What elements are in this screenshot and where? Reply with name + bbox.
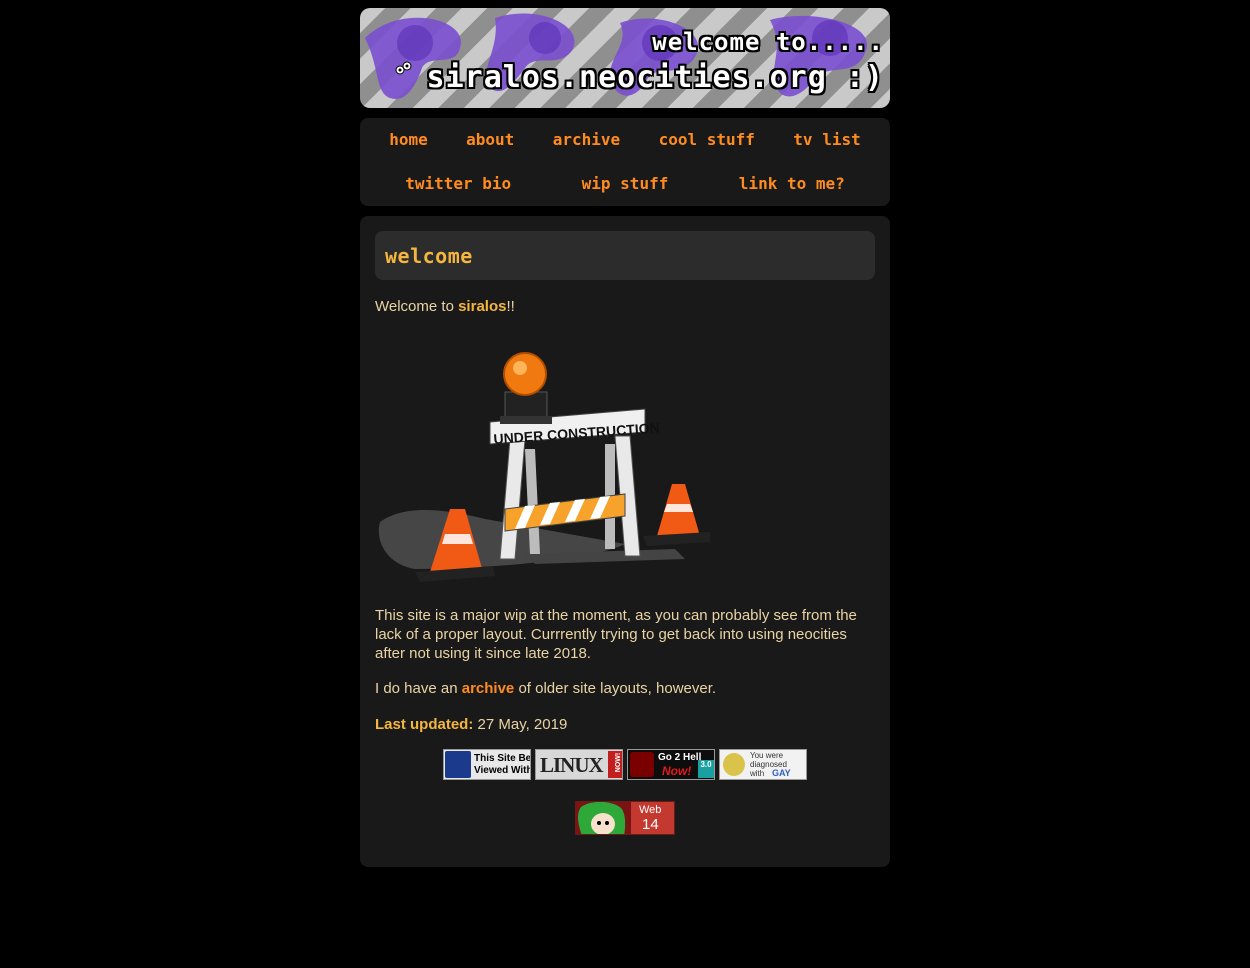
nav-row-primary: home about archive cool stuff tv list [360,130,890,150]
page-title: welcome [385,244,473,268]
skull-icon [630,752,654,777]
last-updated-date: 27 May, 2019 [473,716,568,733]
best-viewed-line2: Viewed With [474,765,531,776]
nav-link-home[interactable]: home [389,130,428,150]
go2hell-version: 3.0 [698,760,714,778]
archive-suffix: of older site layouts, however. [514,680,717,697]
go2hell-badge[interactable]: Go 2 Hell Now! 3.0 [627,749,715,780]
go2hell-line1: Go 2 Hell [658,752,702,763]
netscape-logo-icon [445,751,471,778]
best-viewed-badge[interactable]: This Site Best Viewed With [443,749,531,780]
best-viewed-line1: This Site Best [474,753,531,764]
linux-badge-now: NOW! [615,752,623,773]
intro-prefix: Welcome to [375,298,459,315]
nav-link-cool-stuff[interactable]: cool stuff [659,130,755,150]
nav-link-twitter-bio[interactable]: twitter bio [405,174,511,194]
go2hell-line2: Now! [662,764,692,778]
wip-paragraph: This site is a major wip at the moment, … [375,607,857,662]
cartoon-face-icon [723,753,745,776]
last-updated-label: Last updated: [375,716,474,733]
nav-row-secondary: twitter bio wip stuff link to me? [360,174,890,194]
web14-label: Web [639,804,662,816]
diagnosed-line1: You were [750,751,784,760]
web14-badge[interactable]: Web 14 [575,801,675,835]
main-content-panel: welcome Welcome to siralos!! UNDER CONST… [360,216,890,867]
diagnosed-line3: with [750,769,765,778]
section-header: welcome [375,231,875,280]
main-navigation: home about archive cool stuff tv list tw… [360,118,890,206]
intro-site-name: siralos [458,298,507,315]
diagnosed-badge[interactable]: You were diagnosed with GAY [719,749,807,780]
banner-welcome-text: welcome to..... [652,28,884,56]
archive-prefix: I do have an [375,680,462,697]
nav-link-archive[interactable]: archive [553,130,620,150]
linux-badge-text: LINUX [540,753,604,777]
site-banner: welcome to..... siralos.neocities.org :) [360,8,890,108]
banner-site-url-text: siralos.neocities.org :) [426,60,884,95]
anime-girl-icon [576,802,631,834]
archive-paragraph: I do have an archive of older site layou… [375,679,875,698]
last-updated: Last updated: 27 May, 2019 [375,715,875,734]
diagnosed-line4: GAY [772,768,791,778]
nav-link-about[interactable]: about [466,130,514,150]
web14-number: 14 [642,816,659,833]
nav-link-wip-stuff[interactable]: wip stuff [582,174,669,194]
under-construction-image: UNDER CONSTRUCTION [378,352,710,582]
intro-paragraph: Welcome to siralos!! [375,297,875,316]
nav-link-tv-list[interactable]: tv list [793,130,860,150]
badge-row: This Site Best Viewed With LINUX NOW! Go… [438,749,812,780]
intro-suffix: !! [506,298,515,315]
nav-link-link-to-me[interactable]: link to me? [739,174,845,194]
linux-badge[interactable]: LINUX NOW! [535,749,623,780]
archive-link[interactable]: archive [462,680,515,697]
